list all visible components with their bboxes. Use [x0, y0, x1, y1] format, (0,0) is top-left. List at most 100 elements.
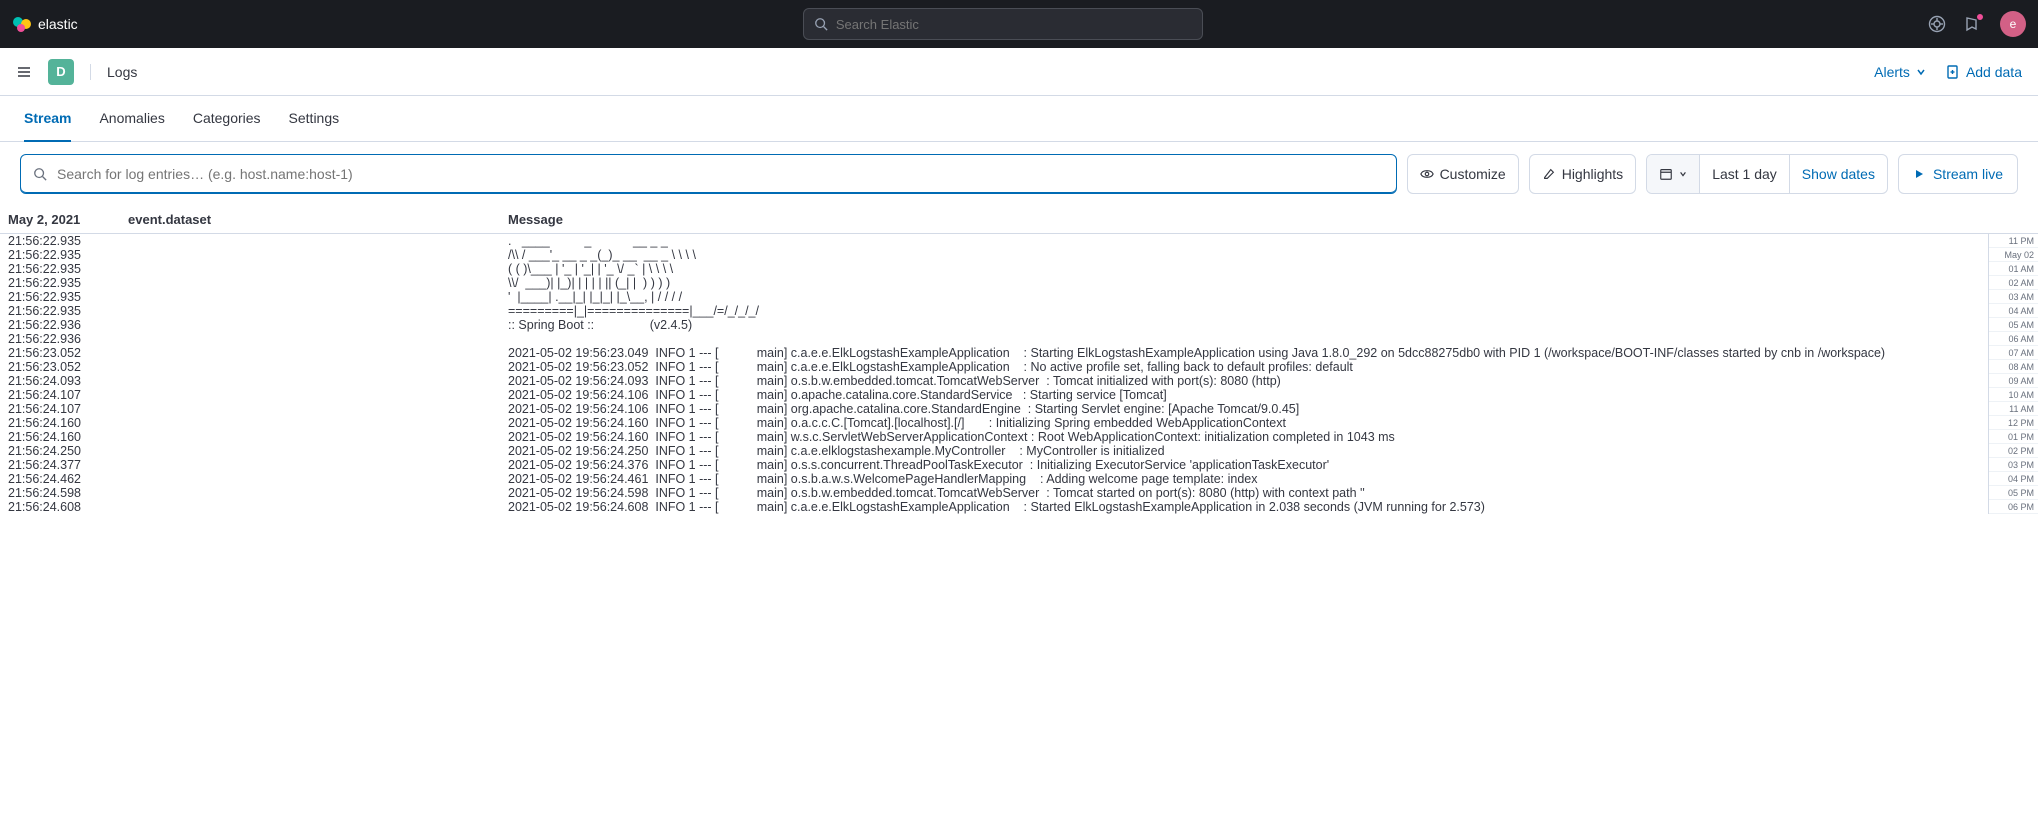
log-row[interactable]: 21:56:24.6082021-05-02 19:56:24.608 INFO…: [0, 500, 1988, 514]
log-row[interactable]: 21:56:22.936: [0, 332, 1988, 346]
log-row[interactable]: 21:56:24.2502021-05-02 19:56:24.250 INFO…: [0, 444, 1988, 458]
log-row[interactable]: 21:56:24.5982021-05-02 19:56:24.598 INFO…: [0, 486, 1988, 500]
log-row[interactable]: 21:56:24.3772021-05-02 19:56:24.376 INFO…: [0, 458, 1988, 472]
minimap-tick: 06 AM: [1989, 332, 2038, 346]
log-message: :: Spring Boot :: (v2.4.5): [508, 318, 1980, 332]
notification-dot: [1976, 13, 1984, 21]
log-row[interactable]: 21:56:24.4622021-05-02 19:56:24.461 INFO…: [0, 472, 1988, 486]
column-header-message: Message: [508, 212, 2030, 227]
alerts-label: Alerts: [1874, 64, 1910, 80]
breadcrumb-bar: D Logs Alerts Add data: [0, 48, 2038, 96]
log-row[interactable]: 21:56:22.935( ( )\___ | '_ | '_| | '_ \/…: [0, 262, 1988, 276]
log-row[interactable]: 21:56:24.1072021-05-02 19:56:24.106 INFO…: [0, 388, 1988, 402]
breadcrumb: Logs: [90, 64, 137, 80]
global-search-input[interactable]: [836, 17, 1192, 32]
date-range-text[interactable]: Last 1 day: [1700, 155, 1789, 193]
log-message: . ____ _ __ _ _: [508, 234, 1980, 248]
global-search-wrap: [94, 8, 1912, 40]
log-timestamp: 21:56:24.598: [8, 486, 128, 500]
minimap-tick: 01 PM: [1989, 430, 2038, 444]
log-row[interactable]: 21:56:24.107 2021-05-02 19:56:24.106 INFO…: [0, 402, 1988, 416]
space-selector[interactable]: D: [48, 59, 74, 85]
calendar-icon: [1659, 167, 1673, 181]
plus-doc-icon: [1946, 65, 1960, 79]
log-message: 2021-05-02 19:56:24.160 INFO 1 --- [ mai…: [508, 430, 1980, 444]
log-row[interactable]: 21:56:24.0932021-05-02 19:56:24.093 INFO…: [0, 374, 1988, 388]
minimap-tick: 09 AM: [1989, 374, 2038, 388]
log-row[interactable]: 21:56:24.1602021-05-02 19:56:24.160 INFO…: [0, 416, 1988, 430]
log-message: 2021-05-02 19:56:24.160 INFO 1 --- [ mai…: [508, 416, 1980, 430]
date-quick-select[interactable]: [1647, 155, 1700, 193]
log-row[interactable]: 21:56:22.935 =========|_|==============|_…: [0, 304, 1988, 318]
minimap-tick: 10 AM: [1989, 388, 2038, 402]
global-search[interactable]: [803, 8, 1203, 40]
log-row[interactable]: 21:56:23.0522021-05-02 19:56:23.052 INFO…: [0, 360, 1988, 374]
log-query-input[interactable]: [57, 166, 1384, 182]
tab-anomalies[interactable]: Anomalies: [99, 96, 164, 141]
minimap-tick: 11 PM: [1989, 234, 2038, 248]
log-dataset: [128, 500, 508, 514]
log-query-box[interactable]: [20, 154, 1397, 194]
log-message: 2021-05-02 19:56:24.376 INFO 1 --- [ mai…: [508, 458, 1980, 472]
log-dataset: [128, 234, 508, 248]
log-dataset: [128, 276, 508, 290]
log-message: 2021-05-02 19:56:24.250 INFO 1 --- [ mai…: [508, 444, 1980, 458]
minimap-tick: 05 AM: [1989, 318, 2038, 332]
tab-stream[interactable]: Stream: [24, 96, 71, 142]
log-timestamp: 21:56:24.107: [8, 402, 128, 416]
brand-name: elastic: [38, 16, 78, 32]
help-icon[interactable]: [1928, 15, 1946, 33]
stream-live-label: Stream live: [1933, 166, 2003, 182]
log-row[interactable]: 21:56:22.935\\/ ___)| |_)| | | | | || (_…: [0, 276, 1988, 290]
customize-button[interactable]: Customize: [1407, 154, 1519, 194]
stream-live-button[interactable]: Stream live: [1898, 154, 2018, 194]
minimap-tick: 01 AM: [1989, 262, 2038, 276]
log-message: 2021-05-02 19:56:24.106 INFO 1 --- [ mai…: [508, 402, 1980, 416]
log-row[interactable]: 21:56:22.935/\\ / ___'_ __ _ _(_)_ __ __…: [0, 248, 1988, 262]
add-data-button[interactable]: Add data: [1946, 64, 2022, 80]
minimap-tick: 03 PM: [1989, 458, 2038, 472]
column-header-dataset: event.dataset: [128, 212, 508, 227]
show-dates-button[interactable]: Show dates: [1789, 155, 1887, 193]
news-feed-icon[interactable]: [1964, 15, 1982, 33]
alerts-button[interactable]: Alerts: [1874, 64, 1926, 80]
log-timestamp: 21:56:22.935: [8, 304, 128, 318]
eye-icon: [1420, 167, 1434, 181]
log-row[interactable]: 21:56:22.936:: Spring Boot :: (v2.4.5): [0, 318, 1988, 332]
log-timestamp: 21:56:22.935: [8, 234, 128, 248]
top-bar: elastic e: [0, 0, 2038, 48]
log-dataset: [128, 472, 508, 486]
minimap-tick: 07 AM: [1989, 346, 2038, 360]
log-row[interactable]: 21:56:22.935 . ____ _ __ _ _: [0, 234, 1988, 248]
highlights-button[interactable]: Highlights: [1529, 154, 1636, 194]
log-message: /\\ / ___'_ __ _ _(_)_ __ __ _ \ \ \ \: [508, 248, 1980, 262]
highlights-label: Highlights: [1562, 166, 1623, 182]
search-icon: [814, 17, 828, 31]
log-message: =========|_|==============|___/=/_/_/_/: [508, 304, 1980, 318]
log-timestamp: 21:56:22.935: [8, 262, 128, 276]
log-message: 2021-05-02 19:56:23.052 INFO 1 --- [ mai…: [508, 360, 1980, 374]
log-rows-container: 21:56:22.935. ____ _ __ _ _21:56:22.935/…: [0, 234, 1988, 514]
log-message: 2021-05-02 19:56:24.461 INFO 1 --- [ mai…: [508, 472, 1980, 486]
log-row[interactable]: 21:56:23.0522021-05-02 19:56:23.049 INFO…: [0, 346, 1988, 360]
minimap-tick: 04 PM: [1989, 472, 2038, 486]
minimap-tick: 04 AM: [1989, 304, 2038, 318]
tab-settings[interactable]: Settings: [289, 96, 340, 141]
log-row[interactable]: 21:56:22.935' |____| .__|_| |_|_| |_\__,…: [0, 290, 1988, 304]
customize-label: Customize: [1440, 166, 1506, 182]
tab-categories[interactable]: Categories: [193, 96, 261, 141]
log-column-headers: May 2, 2021 event.dataset Message: [0, 206, 2038, 234]
log-message: ' |____| .__|_| |_|_| |_\__, | / / / /: [508, 290, 1980, 304]
brand-logo[interactable]: elastic: [12, 14, 78, 34]
minimap-tick: 11 AM: [1989, 402, 2038, 416]
log-dataset: [128, 262, 508, 276]
nav-toggle-icon[interactable]: [16, 64, 32, 80]
minimap-tick: 02 AM: [1989, 276, 2038, 290]
user-avatar[interactable]: e: [2000, 11, 2026, 37]
log-message: 2021-05-02 19:56:23.049 INFO 1 --- [ mai…: [508, 346, 1980, 360]
play-icon: [1913, 168, 1925, 180]
add-data-label: Add data: [1966, 64, 2022, 80]
log-row[interactable]: 21:56:24.1602021-05-02 19:56:24.160 INFO…: [0, 430, 1988, 444]
log-minimap[interactable]: 11 PMMay 0201 AM02 AM03 AM04 AM05 AM06 A…: [1988, 234, 2038, 514]
minimap-tick: May 02: [1989, 248, 2038, 262]
